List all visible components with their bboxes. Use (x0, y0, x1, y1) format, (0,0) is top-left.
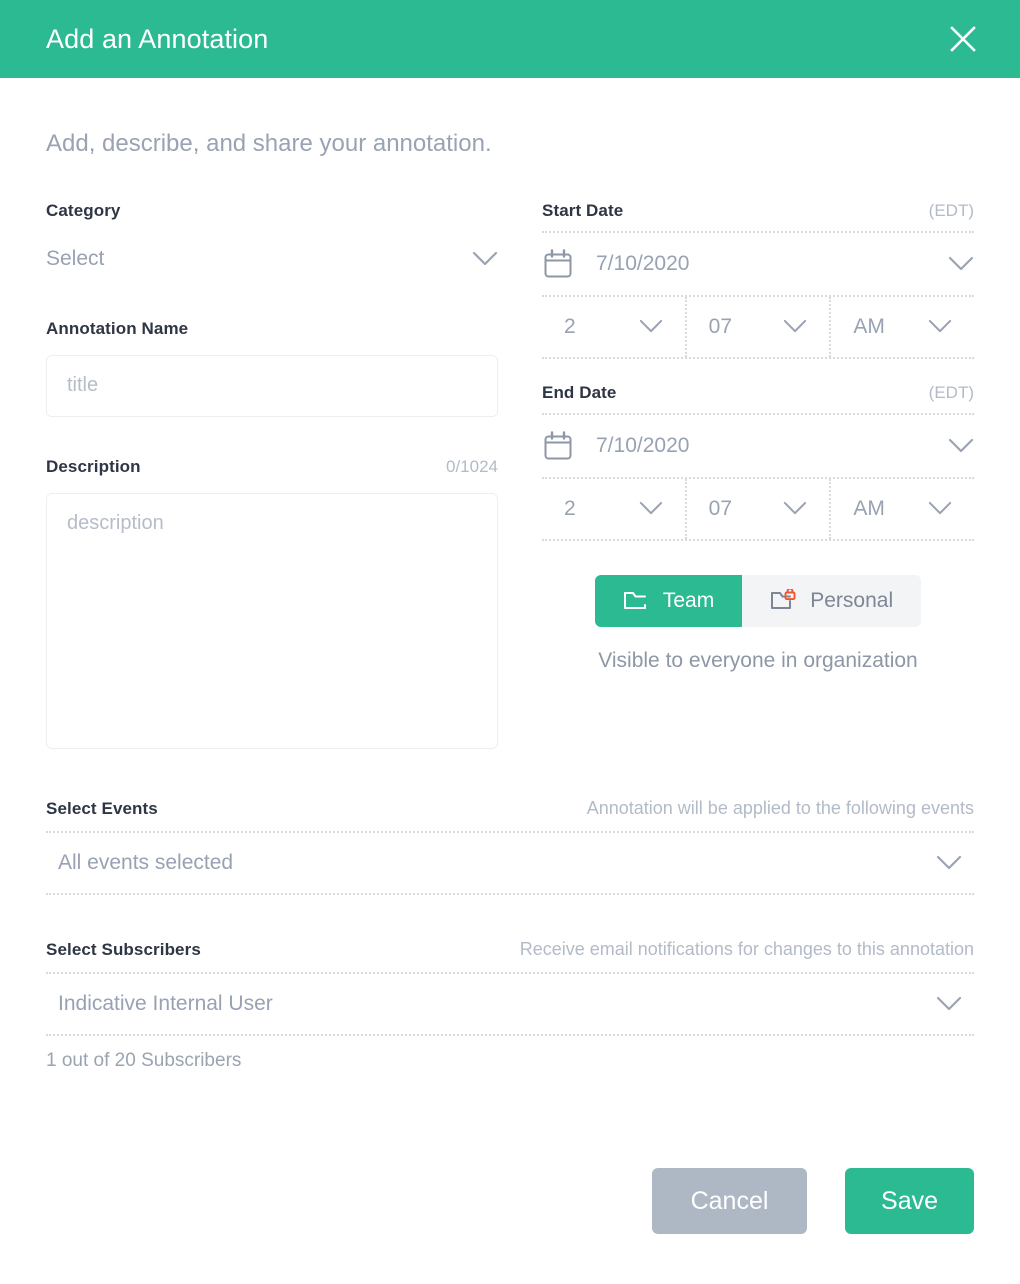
annotation-name-label: Annotation Name (46, 318, 189, 338)
start-date-group: Start Date (EDT) 7/10/2020 2 07 AM (542, 201, 974, 359)
select-events-section: Select Events Annotation will be applied… (46, 798, 974, 895)
select-events-value: All events selected (58, 850, 234, 874)
select-subscribers-hint: Receive email notifications for changes … (519, 938, 974, 959)
visibility-segmented-control: Team Personal (594, 574, 922, 627)
modal-subtitle: Add, describe, and share your annotation… (46, 130, 492, 157)
start-meridiem-value: AM (853, 314, 885, 338)
chevron-down-icon (936, 855, 962, 871)
start-date-timezone: (EDT) (928, 200, 974, 220)
start-meridiem-select[interactable]: AM (829, 296, 974, 357)
end-date-group: End Date (EDT) 7/10/2020 2 07 AM (542, 383, 974, 541)
chevron-down-icon (783, 501, 807, 516)
end-date-picker[interactable]: 7/10/2020 (542, 415, 974, 477)
left-column: Category Select Annotation Name title De… (46, 201, 498, 754)
visibility-team-button[interactable]: Team (594, 574, 743, 627)
chevron-down-icon (948, 256, 974, 272)
visibility-personal-button[interactable]: Personal (742, 574, 922, 627)
end-date-label: End Date (542, 382, 617, 402)
close-button[interactable] (940, 16, 986, 62)
chevron-down-icon (472, 251, 498, 267)
visibility-note: Visible to everyone in organization (598, 648, 918, 672)
chevron-down-icon (639, 319, 663, 334)
start-date-picker[interactable]: 7/10/2020 (542, 233, 974, 295)
chevron-down-icon (948, 438, 974, 454)
select-subscribers-label: Select Subscribers (46, 939, 201, 959)
calendar-icon (542, 430, 574, 462)
column-spacer (498, 201, 542, 754)
chevron-down-icon (783, 319, 807, 334)
description-textarea[interactable] (46, 492, 498, 749)
start-date-label: Start Date (542, 200, 624, 220)
select-events-dropdown[interactable]: All events selected (46, 830, 974, 895)
end-minute-select[interactable]: 07 (684, 478, 830, 539)
end-hour-value: 2 (564, 496, 576, 520)
end-time-row: 2 07 AM (542, 476, 974, 541)
add-annotation-modal: Add an Annotation Add, describe, and sha… (0, 0, 1020, 1284)
end-hour-select[interactable]: 2 (542, 479, 685, 539)
calendar-icon (542, 248, 574, 280)
modal-footer: Cancel Save (652, 1168, 974, 1234)
folder-lock-icon (770, 588, 796, 613)
end-date-timezone: (EDT) (928, 382, 974, 402)
form-columns: Category Select Annotation Name title De… (46, 201, 974, 754)
description-field: Description 0/1024 (46, 457, 498, 754)
start-time-row: 2 07 AM (542, 294, 974, 359)
close-icon (948, 24, 978, 54)
category-label: Category (46, 200, 121, 220)
start-date-label-row: Start Date (EDT) (542, 201, 974, 221)
modal-body: Add, describe, and share your annotation… (0, 78, 1020, 1284)
annotation-name-input[interactable] (46, 354, 498, 417)
chevron-down-icon (928, 501, 952, 516)
start-minute-select[interactable]: 07 (684, 296, 830, 357)
select-subscribers-section: Select Subscribers Receive email notific… (46, 939, 974, 1072)
visibility-toggle: Team Personal (542, 574, 974, 627)
select-events-hint: Annotation will be applied to the follow… (586, 797, 974, 818)
save-button[interactable]: Save (845, 1168, 974, 1234)
select-events-label: Select Events (46, 798, 158, 818)
description-counter: 0/1024 (446, 456, 498, 476)
visibility-team-label: Team (662, 588, 715, 612)
end-date-label-row: End Date (EDT) (542, 383, 974, 403)
category-select[interactable]: Select (46, 239, 498, 279)
select-events-head: Select Events Annotation will be applied… (46, 798, 974, 819)
subscribers-count: 1 out of 20 Subscribers (46, 1049, 242, 1071)
select-subscribers-value: Indicative Internal User (58, 991, 273, 1015)
start-minute-value: 07 (708, 314, 733, 338)
end-date-value: 7/10/2020 (596, 433, 690, 457)
category-field: Category Select (46, 201, 498, 279)
start-date-value: 7/10/2020 (596, 251, 690, 275)
end-meridiem-value: AM (853, 496, 885, 520)
select-subscribers-head: Select Subscribers Receive email notific… (46, 939, 974, 960)
visibility-personal-label: Personal (810, 588, 894, 612)
select-subscribers-dropdown[interactable]: Indicative Internal User (46, 971, 974, 1036)
folder-icon (623, 589, 649, 613)
end-meridiem-select[interactable]: AM (829, 478, 974, 539)
page-title: Add an Annotation (46, 23, 269, 54)
right-column: Start Date (EDT) 7/10/2020 2 07 AM End D… (542, 201, 974, 754)
chevron-down-icon (639, 501, 663, 516)
chevron-down-icon (936, 996, 962, 1012)
category-value: Select (46, 246, 105, 270)
modal-header: Add an Annotation (0, 0, 1020, 78)
cancel-button[interactable]: Cancel (652, 1168, 808, 1234)
start-hour-value: 2 (564, 314, 576, 338)
end-minute-value: 07 (708, 496, 733, 520)
chevron-down-icon (928, 319, 952, 334)
annotation-name-field: Annotation Name (46, 319, 498, 417)
description-label-row: Description 0/1024 (46, 457, 498, 477)
description-label: Description (46, 456, 141, 476)
start-hour-select[interactable]: 2 (542, 297, 685, 357)
